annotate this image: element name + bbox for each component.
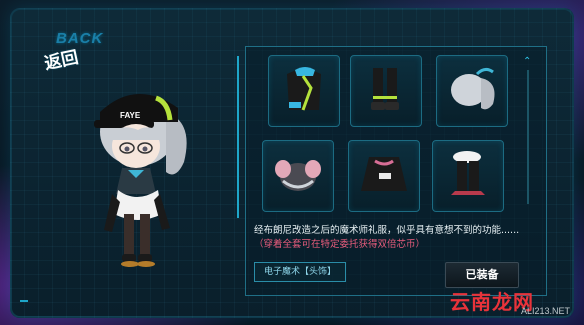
watermark-en: ALI213.NET bbox=[521, 306, 571, 316]
equipped-button[interactable]: 已装备 bbox=[445, 262, 519, 288]
item-jacket[interactable] bbox=[268, 55, 340, 127]
corner-line bbox=[20, 300, 28, 302]
item-leg-boots[interactable] bbox=[432, 140, 504, 212]
divider-line bbox=[237, 56, 239, 218]
description-text: 经布朗尼改造之后的魔术师礼服，似乎具有意想不到的功能...... （穿着全套可在特… bbox=[254, 224, 526, 252]
cape-icon bbox=[361, 157, 407, 191]
character-preview: FAYE bbox=[38, 72, 228, 282]
leg-boots-icon bbox=[451, 151, 485, 195]
description-main: 经布朗尼改造之后的魔术师礼服，似乎具有意想不到的功能...... bbox=[254, 225, 520, 236]
hair-ponytail-icon bbox=[451, 67, 495, 110]
description-note: （穿着全套可在特定委托获得双倍芯币） bbox=[254, 239, 426, 250]
scroll-up-icon[interactable]: ⌃ bbox=[523, 56, 531, 67]
cap-text: FAYE bbox=[120, 111, 141, 120]
scroll-track bbox=[527, 70, 529, 204]
item-hair-ponytail[interactable] bbox=[436, 55, 508, 127]
jacket-icon bbox=[287, 67, 321, 111]
item-cape[interactable] bbox=[348, 140, 420, 212]
item-tag: 电子魔术【头饰】 bbox=[254, 262, 346, 282]
back-label-cn: 返回 bbox=[42, 47, 81, 75]
scrollbar[interactable]: ⌃ bbox=[523, 56, 533, 206]
item-boots[interactable] bbox=[350, 55, 422, 127]
boots-icon bbox=[371, 68, 399, 110]
back-button[interactable]: BACK 返回 bbox=[30, 30, 110, 76]
item-hair-buns[interactable] bbox=[262, 140, 334, 212]
hair-buns-icon bbox=[275, 160, 321, 191]
